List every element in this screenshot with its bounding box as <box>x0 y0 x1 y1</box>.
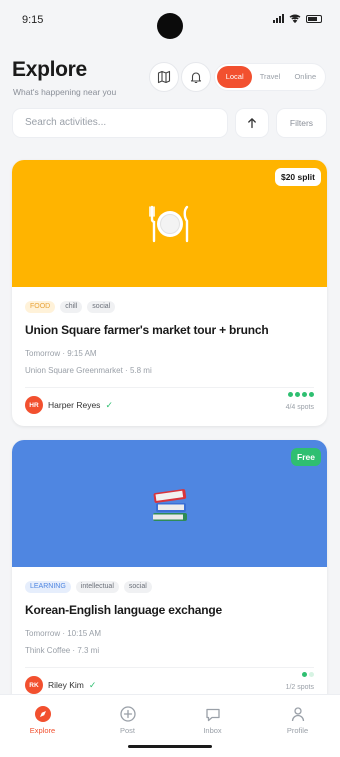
battery-icon <box>306 14 322 23</box>
card-banner: Free <box>12 440 327 567</box>
sort-button[interactable] <box>235 108 269 138</box>
spots-indicator <box>288 392 314 397</box>
tab-profile[interactable]: Profile <box>255 695 340 757</box>
host-name: Harper Reyes <box>48 400 101 410</box>
avatar: HR <box>25 396 43 414</box>
segment-travel[interactable]: Travel <box>252 66 287 88</box>
host-info[interactable]: HR Harper Reyes ✓ <box>25 396 113 414</box>
activity-card[interactable]: Free LEARNING intellectual social Korean-Eng… <box>12 440 327 706</box>
category-tag: social <box>123 581 152 593</box>
tag-list: LEARNING intellectual social <box>25 581 152 593</box>
spot-dot <box>309 392 314 397</box>
plus-circle-icon <box>119 705 137 723</box>
card-divider <box>25 387 314 388</box>
category-tag: chill <box>60 301 83 313</box>
tab-explore[interactable]: Explore <box>0 695 85 757</box>
card-divider <box>25 667 314 668</box>
plate-icon <box>147 203 193 245</box>
books-icon <box>148 483 192 525</box>
home-indicator <box>128 745 212 748</box>
status-time: 9:15 <box>22 14 44 26</box>
activity-card[interactable]: $20 split FOOD chill social Union Square far… <box>12 160 327 426</box>
filters-button[interactable]: Filters <box>276 108 327 138</box>
spot-dot <box>295 392 300 397</box>
map-button[interactable] <box>149 62 179 92</box>
spots-indicator <box>302 672 314 677</box>
arrow-up-icon <box>248 118 256 129</box>
wifi-icon <box>289 14 301 23</box>
spots-label: 1/2 spots <box>285 684 314 691</box>
spot-dot <box>302 392 307 397</box>
category-tag: intellectual <box>75 581 119 593</box>
category-tag: LEARNING <box>25 581 71 593</box>
activity-location: Union Square Greenmarket · 5.8 mi <box>25 366 152 375</box>
activity-location: Think Coffee · 7.3 mi <box>25 646 100 655</box>
spots-label: 4/4 spots <box>285 404 314 411</box>
price-badge: $20 split <box>274 168 321 186</box>
activity-title: Union Square farmer's market tour + brun… <box>25 323 269 337</box>
spot-dot <box>302 672 307 677</box>
category-tag: social <box>87 301 116 313</box>
mode-segmented-control: Local Travel Online <box>214 63 326 91</box>
host-info[interactable]: RK Riley Kim ✓ <box>25 676 96 694</box>
verified-check-icon: ✓ <box>88 679 97 690</box>
tab-label: Profile <box>286 726 309 735</box>
tab-label: Post <box>119 726 135 735</box>
activity-time: Tomorrow · 10:15 AM <box>25 629 102 638</box>
page-title: Explore <box>12 58 87 81</box>
spot-dot <box>288 392 293 397</box>
segment-online[interactable]: Online <box>288 66 323 88</box>
app-screen: 9:15 Explore What's happening near you L… <box>0 0 340 757</box>
notifications-button[interactable] <box>181 62 211 92</box>
bell-icon <box>190 72 202 84</box>
camera-cutout <box>157 13 183 39</box>
tab-label: Inbox <box>203 726 222 735</box>
activity-time: Tomorrow · 9:15 AM <box>25 349 97 358</box>
segment-local[interactable]: Local <box>217 66 253 88</box>
search-input[interactable]: Search activities... <box>12 108 228 138</box>
page-subtitle: What's happening near you <box>13 87 117 97</box>
signal-icon <box>273 14 284 23</box>
status-icons <box>273 14 322 23</box>
status-bar: 9:15 <box>0 0 340 40</box>
host-name: Riley Kim <box>48 680 84 690</box>
category-tag: FOOD <box>25 301 56 313</box>
price-badge: Free <box>291 448 321 466</box>
verified-check-icon: ✓ <box>105 399 113 410</box>
avatar: RK <box>25 676 43 694</box>
activity-title: Korean-English language exchange <box>25 603 222 617</box>
person-icon <box>289 705 307 723</box>
card-banner: $20 split <box>12 160 327 287</box>
map-icon <box>157 70 171 84</box>
chat-bubble-icon <box>204 705 222 723</box>
compass-icon <box>34 705 52 723</box>
spot-dot <box>309 672 314 677</box>
tab-label: Explore <box>29 726 56 735</box>
tag-list: FOOD chill social <box>25 301 116 313</box>
